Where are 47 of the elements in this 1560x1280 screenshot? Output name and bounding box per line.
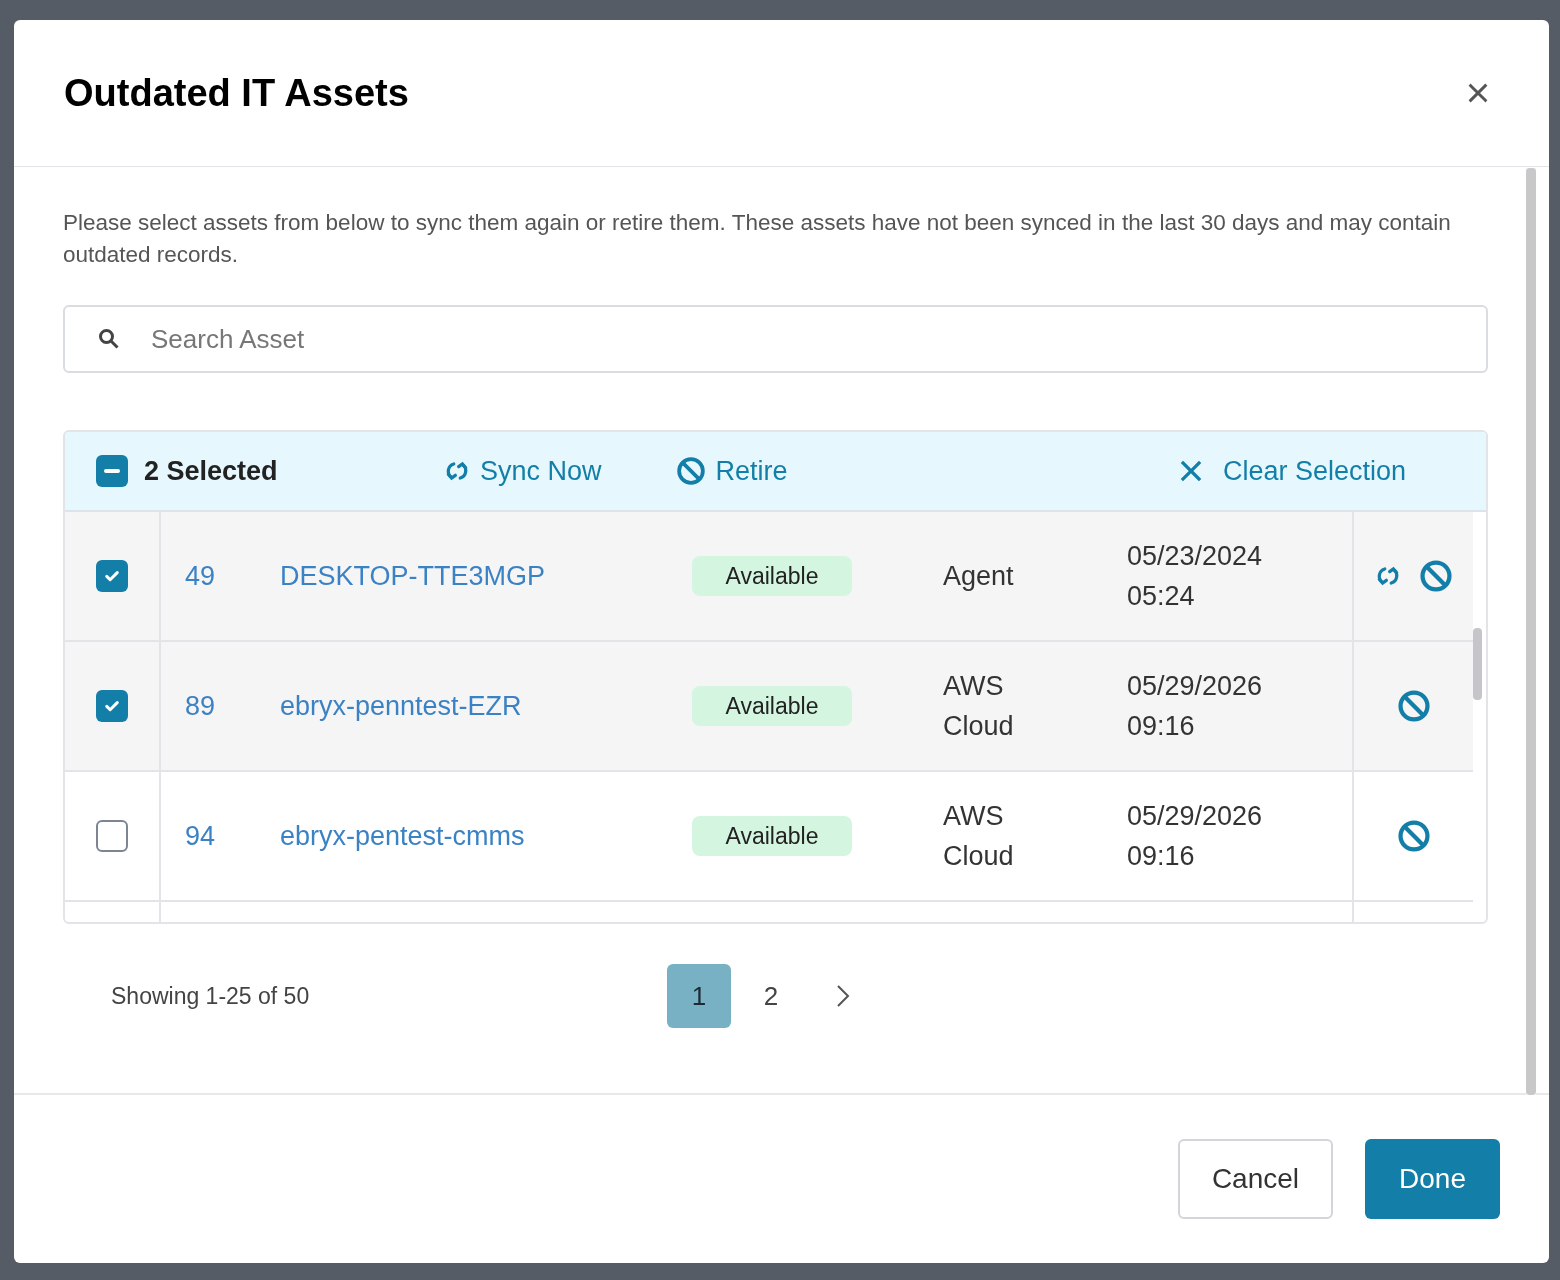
status-badge: Available — [692, 816, 852, 856]
minus-icon — [104, 469, 120, 473]
checkbox[interactable] — [96, 690, 128, 722]
prohibited-icon — [1396, 689, 1431, 723]
asset-name-link[interactable]: ebryx-pentest-cmms — [280, 815, 692, 857]
prohibited-icon — [1418, 559, 1453, 593]
prohibited-icon — [1396, 819, 1431, 853]
asset-name-link[interactable]: DESKTOP-TTE3MGP — [280, 555, 692, 597]
source-text: AWS Cloud — [943, 670, 1015, 743]
table-row[interactable]: 49 DESKTOP-TTE3MGP Available Agent 05/23/2024 05:24 — [65, 512, 1473, 642]
pagination-summary: Showing 1-25 of 50 — [111, 981, 311, 1011]
dialog-title: Outdated IT Assets — [64, 70, 409, 116]
scrollbar — [1473, 628, 1482, 700]
chevron-right-icon — [836, 984, 850, 1008]
sync-now-button[interactable]: Sync Now — [444, 450, 602, 492]
status-badge: Available — [692, 556, 852, 596]
page-button[interactable]: 2 — [739, 964, 803, 1028]
search-field[interactable]: Search Asset — [63, 305, 1488, 373]
close-icon — [1178, 459, 1203, 483]
retire-button[interactable] — [1418, 559, 1453, 593]
retire-button[interactable] — [1396, 689, 1431, 723]
search-icon — [97, 327, 121, 351]
table-row[interactable]: 89 ebryx-penntest-EZR Available AWS Cloud 05/29/2026 09:16 — [65, 642, 1473, 772]
clear-selection-button[interactable]: Clear Selection — [1178, 450, 1406, 492]
checkbox[interactable] — [96, 820, 128, 852]
selected-count: 2 Selected — [144, 454, 279, 488]
close-icon — [1467, 82, 1489, 104]
page-button[interactable]: 1 — [667, 964, 731, 1028]
checkbox[interactable] — [96, 560, 128, 592]
asset-id-link[interactable]: 49 — [185, 555, 280, 597]
table-row[interactable]: 94 ebryx-pentest-cmms Available AWS Cloud 05/29/2026 09:16 — [65, 772, 1473, 902]
asset-id-link[interactable]: 89 — [185, 685, 280, 727]
done-button[interactable]: Done — [1365, 1139, 1500, 1219]
asset-name-link[interactable]: ebryx-penntest-EZR — [280, 685, 692, 727]
last-synced-text: 05/23/2024 05:24 — [1127, 540, 1264, 613]
prohibited-icon — [675, 456, 706, 486]
description-text: Please select assets from below to sync them again or retire them. These assets have not been synced in the last 30 days and may contain outdated records. — [63, 209, 1452, 269]
retire-button[interactable]: Retire — [675, 450, 788, 492]
cancel-button[interactable]: Cancel — [1177, 1139, 1334, 1219]
last-synced-text: 05/29/2026 09:16 — [1127, 800, 1264, 873]
retire-button[interactable] — [1396, 819, 1431, 853]
checkbox[interactable] — [96, 455, 128, 487]
status-badge: Available — [692, 686, 852, 726]
last-synced-text: 05/29/2026 09:16 — [1127, 670, 1264, 743]
source-text: Agent — [943, 560, 1015, 593]
source-text: AWS Cloud — [943, 800, 1015, 873]
asset-id-link[interactable]: 94 — [185, 815, 280, 857]
